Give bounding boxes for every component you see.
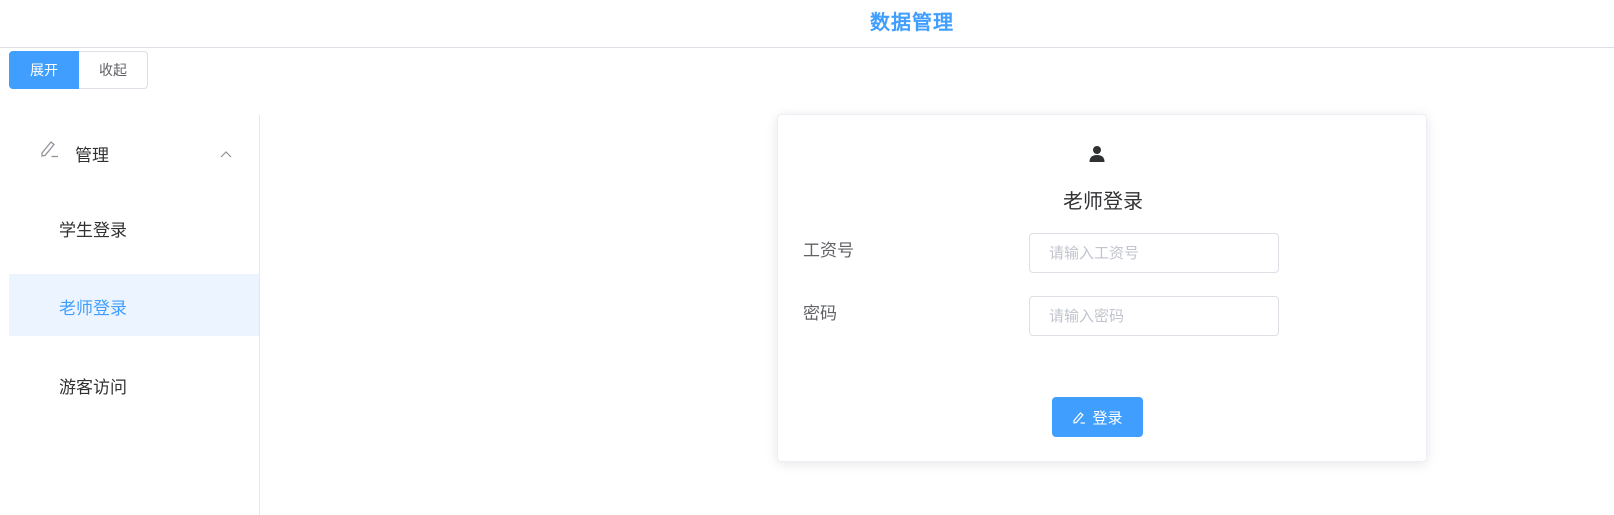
menu-item-student-login[interactable]: 学生登录 — [9, 196, 259, 258]
sidebar: 管理 学生登录 老师登录 游客访问 — [9, 115, 260, 515]
menu-item-teacher-login[interactable]: 老师登录 — [9, 274, 259, 336]
sidebar-toggle-group: 展开 收起 — [9, 51, 148, 89]
login-button-label: 登录 — [1092, 408, 1123, 427]
login-card: 老师登录 工资号 密码 登录 — [777, 114, 1427, 462]
login-button[interactable]: 登录 — [1052, 397, 1143, 437]
expand-button[interactable]: 展开 — [9, 51, 79, 89]
header: 数据管理 — [0, 0, 1614, 48]
menu-item-label: 老师登录 — [59, 299, 127, 319]
menu-item-label: 学生登录 — [59, 221, 127, 241]
login-title: 老师登录 — [1063, 189, 1143, 213]
employee-id-label: 工资号 — [803, 241, 854, 261]
edit-icon — [1073, 412, 1086, 424]
page: 数据管理 展开 收起 管理 学生登录 老师登录 游客访问 老师登录 工资号 请输… — [0, 0, 1614, 515]
submenu-label: 管理 — [75, 146, 109, 166]
password-label: 密码 — [803, 304, 837, 324]
collapse-button[interactable]: 收起 — [79, 51, 148, 89]
submenu-management[interactable]: 管理 — [9, 115, 259, 171]
menu-item-guest-access[interactable]: 游客访问 — [9, 353, 259, 415]
password-input[interactable] — [1029, 296, 1279, 336]
page-title: 数据管理 — [870, 10, 954, 34]
employee-id-input[interactable] — [1029, 233, 1279, 273]
user-icon — [1088, 145, 1106, 167]
menu-item-label: 游客访问 — [59, 378, 127, 398]
chevron-up-icon — [220, 143, 232, 162]
edit-icon — [39, 138, 59, 162]
